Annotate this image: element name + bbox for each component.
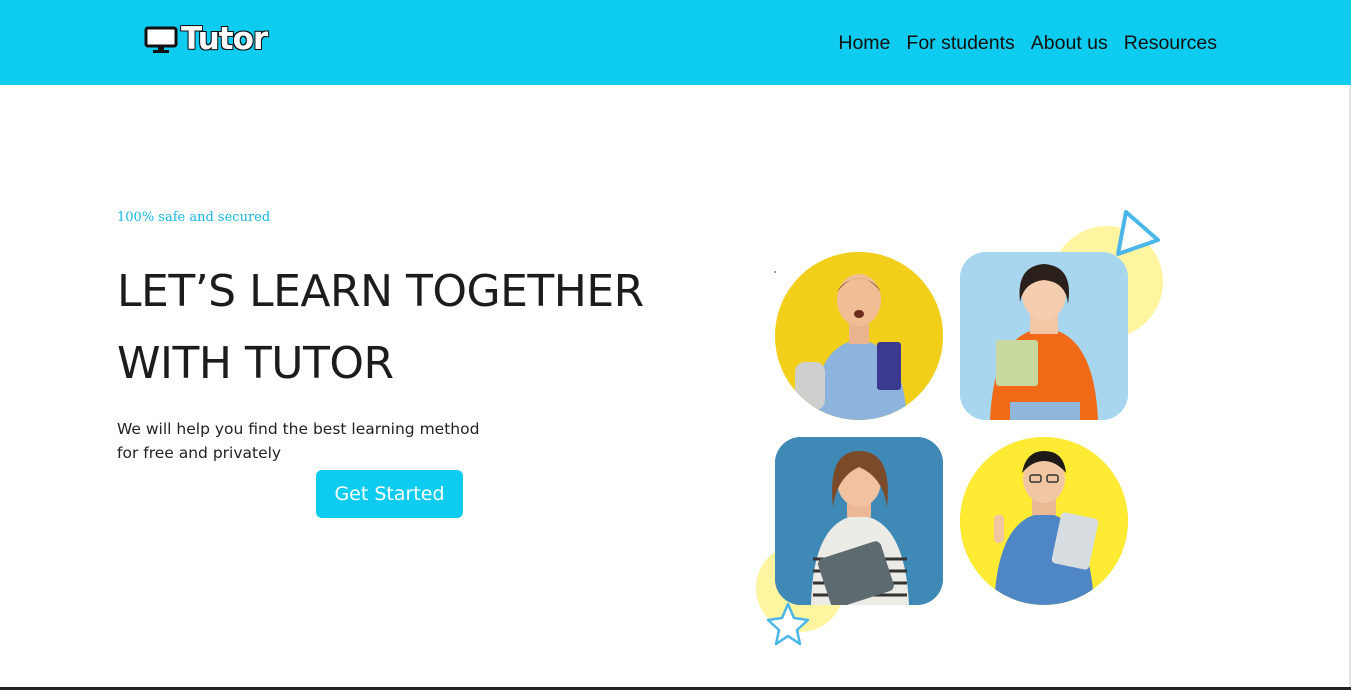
top-navbar: Tutor Home For students About us Resourc…: [0, 0, 1351, 85]
hero-headline: LET’S LEARN TOGETHER WITH TUTOR: [117, 256, 677, 400]
site-logo[interactable]: Tutor: [144, 21, 268, 57]
subtext-line-1: We will help you find the best learning …: [117, 420, 480, 438]
hero-illustration: [740, 200, 1190, 650]
nav-for-students-link[interactable]: For students: [906, 30, 1014, 56]
hero-text: 100% safe and secured LET’S LEARN TOGETH…: [117, 208, 677, 465]
student-photo-3: [775, 437, 943, 605]
main-nav: Home For students About us Resources: [838, 30, 1217, 56]
hero-tagline: 100% safe and secured: [117, 210, 271, 225]
nav-home-link[interactable]: Home: [838, 30, 890, 56]
logo-text: Tutor: [181, 21, 268, 57]
student-photo-2: [960, 252, 1128, 420]
nav-resources-link[interactable]: Resources: [1124, 30, 1217, 56]
headline-line-1: LET’S LEARN TOGETHER: [117, 266, 644, 317]
get-started-button[interactable]: Get Started: [316, 470, 463, 518]
monitor-icon: [144, 24, 180, 54]
hero-subtext: We will help you find the best learning …: [117, 417, 517, 465]
student-photo-1: [775, 252, 943, 420]
student-photo-4: [960, 437, 1128, 605]
nav-about-us-link[interactable]: About us: [1031, 30, 1108, 56]
subtext-line-2: for free and privately: [117, 444, 282, 462]
headline-line-2: WITH TUTOR: [117, 338, 394, 389]
triangle-icon: [1116, 210, 1160, 256]
